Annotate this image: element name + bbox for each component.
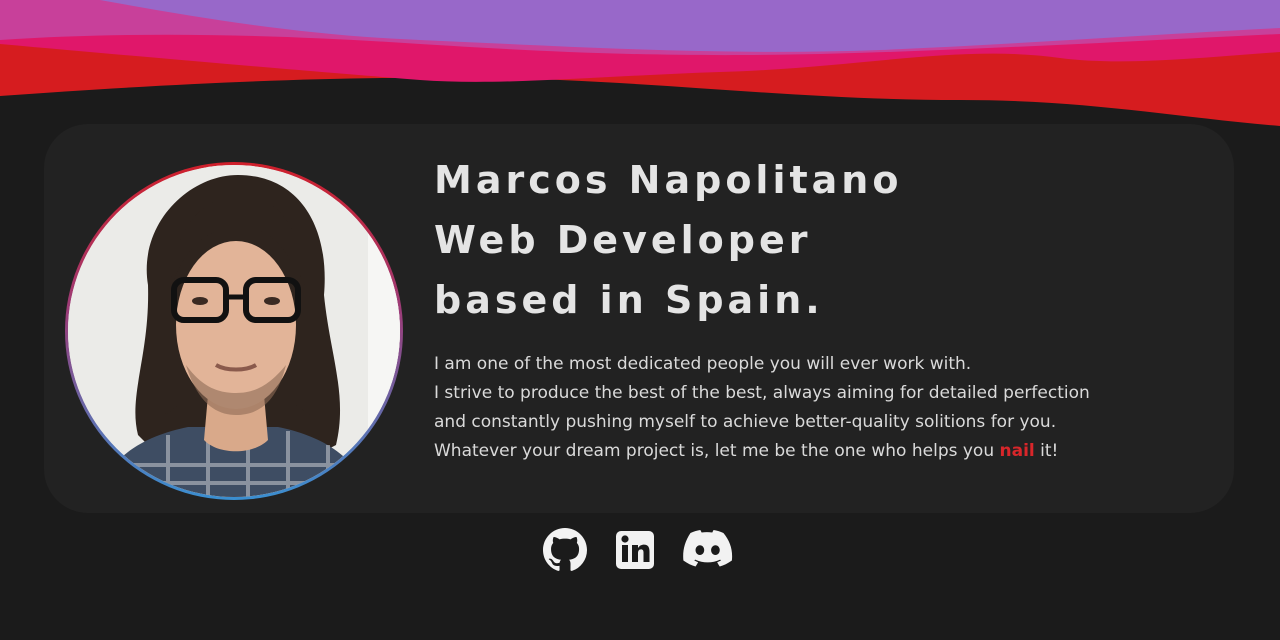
bio-highlight-word: nail xyxy=(999,441,1035,461)
bio-line: I am one of the most dedicated people yo… xyxy=(434,354,972,374)
heading-role: Web Developer xyxy=(434,218,812,262)
avatar-frame xyxy=(65,162,403,500)
bio-text: I am one of the most dedicated people yo… xyxy=(434,350,1214,466)
bio-last-before: Whatever your dream project is, let me b… xyxy=(434,441,1000,461)
header-waves xyxy=(0,0,1280,126)
github-icon xyxy=(543,528,587,571)
linkedin-link[interactable] xyxy=(613,528,657,572)
heading-name: Marcos Napolitano xyxy=(434,158,903,202)
heading-location: based in Spain. xyxy=(434,278,824,322)
page: Marcos Napolitano Web Developer based in… xyxy=(0,0,1280,640)
discord-link[interactable] xyxy=(683,528,733,572)
intro-heading: Marcos Napolitano Web Developer based in… xyxy=(434,150,902,330)
bio-line: I strive to produce the best of the best… xyxy=(434,383,1090,403)
bio-line: and constantly pushing myself to achieve… xyxy=(434,412,1057,432)
linkedin-icon xyxy=(616,531,654,569)
github-link[interactable] xyxy=(543,528,587,572)
social-links xyxy=(543,528,733,572)
bio-last-after: it! xyxy=(1034,441,1059,461)
avatar xyxy=(68,165,400,497)
bio-last-line: Whatever your dream project is, let me b… xyxy=(434,437,1214,466)
discord-icon xyxy=(683,529,733,567)
avatar-photo xyxy=(68,165,400,497)
